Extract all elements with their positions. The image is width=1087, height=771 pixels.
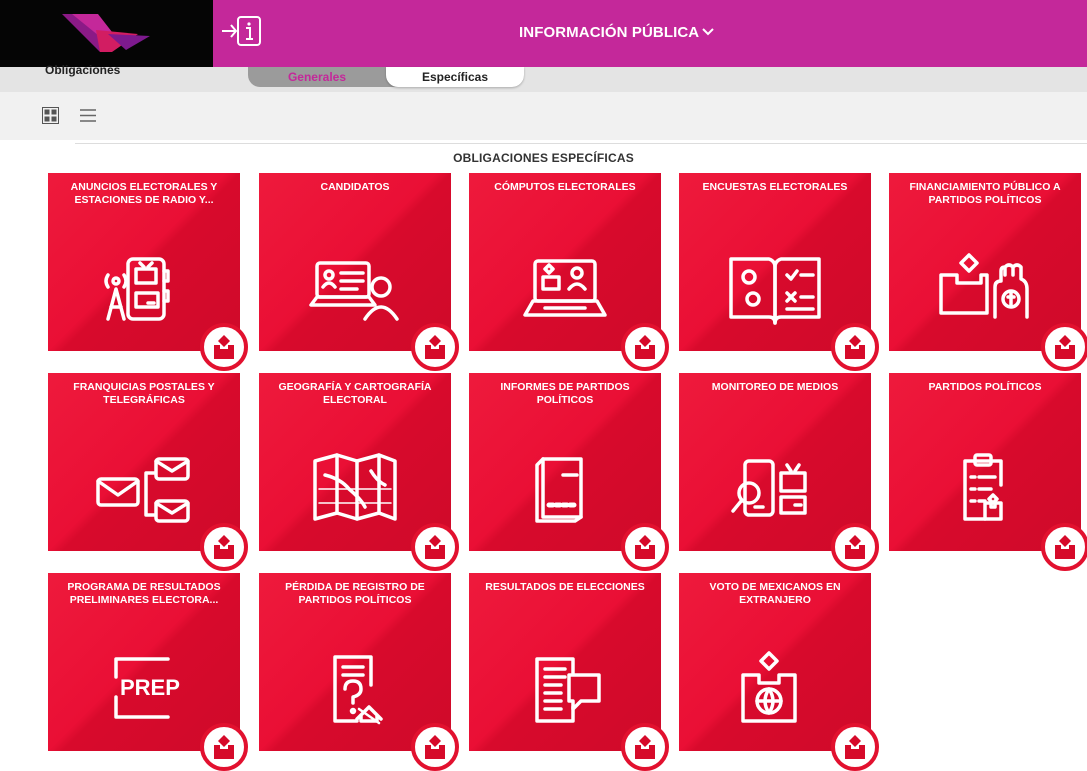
ballot-money-icon — [939, 253, 1029, 319]
tile-anuncios-electorales[interactable]: ANUNCIOS ELECTORALES Y ESTACIONES DE RAD… — [48, 173, 248, 371]
map-icon — [313, 453, 397, 521]
ballot-box-icon[interactable] — [831, 323, 879, 371]
tile-programa-resultados-preliminares[interactable]: PROGRAMA DE RESULTADOS PRELIMINARES ELEC… — [48, 573, 248, 771]
section-title: OBLIGACIONES ESPECÍFICAS — [453, 151, 634, 165]
tile-label: CÓMPUTOS ELECTORALES — [494, 181, 636, 193]
sub-bar — [0, 67, 1087, 92]
tile-computos-electorales[interactable]: CÓMPUTOS ELECTORALES — [469, 173, 669, 371]
survey-book-icon — [729, 257, 821, 325]
tile-perdida-registro[interactable]: PÉRDIDA DE REGISTRO DE PARTIDOS POLÍTICO… — [259, 573, 459, 771]
tile-franquicias-postales[interactable]: FRANQUICIAS POSTALES Y TELEGRÁFICAS — [48, 373, 248, 571]
info-login-icon[interactable] — [220, 14, 264, 48]
tab-especificas[interactable]: Específicas — [386, 67, 524, 87]
top-navbar: INFORMACIÓN PÚBLICA — [0, 0, 1087, 67]
laptop-vote-icon — [523, 259, 607, 317]
ballot-box-icon[interactable] — [621, 523, 669, 571]
ballot-box-icon[interactable] — [411, 323, 459, 371]
tile-label: FINANCIAMIENTO PÚBLICO A PARTIDOS POLÍTI… — [909, 181, 1061, 206]
list-view-icon[interactable] — [79, 107, 97, 124]
ballot-box-icon[interactable] — [200, 323, 248, 371]
results-chat-icon — [535, 657, 601, 723]
ballot-box-icon[interactable] — [200, 523, 248, 571]
tile-voto-mexicanos-extranjero[interactable]: VOTO DE MEXICANOS EN EXTRANJERO — [679, 573, 879, 771]
ballot-box-icon[interactable] — [411, 523, 459, 571]
prep-icon: PREP — [114, 657, 180, 719]
tile-informes-partidos[interactable]: INFORMES DE PARTIDOS POLÍTICOS — [469, 373, 669, 571]
grid-view-icon[interactable] — [42, 107, 59, 124]
chevron-down-icon[interactable] — [702, 28, 714, 36]
tile-resultados-elecciones[interactable]: RESULTADOS DE ELECCIONES — [469, 573, 669, 771]
tab-generales[interactable]: Generales — [248, 67, 386, 87]
tile-partidos-politicos[interactable]: PARTIDOS POLÍTICOS — [889, 373, 1087, 571]
tile-label: ENCUESTAS ELECTORALES — [702, 181, 848, 193]
tile-label: PARTIDOS POLÍTICOS — [928, 381, 1042, 393]
tile-label: FRANQUICIAS POSTALES Y TELEGRÁFICAS — [73, 381, 215, 406]
media-monitor-icon — [731, 459, 807, 517]
view-toolbar — [0, 92, 1087, 140]
tile-label: MONITOREO DE MEDIOS — [711, 381, 839, 393]
tile-candidatos[interactable]: CANDIDATOS — [259, 173, 459, 371]
report-book-icon — [535, 457, 583, 523]
ballot-box-icon[interactable] — [200, 723, 248, 771]
tile-label: VOTO DE MEXICANOS EN EXTRANJERO — [709, 581, 841, 606]
tile-geografia-cartografia[interactable]: GEOGRAFÍA Y CARTOGRAFÍA ELECTORAL — [259, 373, 459, 571]
obligaciones-label: Obligaciones — [45, 63, 121, 77]
tile-label: INFORMES DE PARTIDOS POLÍTICOS — [500, 381, 630, 406]
tile-label: PROGRAMA DE RESULTADOS PRELIMINARES ELEC… — [67, 581, 221, 606]
candidate-laptop-icon — [309, 261, 399, 321]
ballot-globe-icon — [741, 651, 797, 723]
ballot-box-icon[interactable] — [411, 723, 459, 771]
tile-label: ANUNCIOS ELECTORALES Y ESTACIONES DE RAD… — [70, 181, 218, 206]
ballot-box-icon[interactable] — [1041, 323, 1087, 371]
clipboard-icon — [963, 453, 1003, 521]
ballot-box-icon[interactable] — [621, 323, 669, 371]
ballot-box-icon[interactable] — [621, 723, 669, 771]
tile-monitoreo-medios[interactable]: MONITOREO DE MEDIOS — [679, 373, 879, 571]
logo[interactable] — [0, 0, 213, 67]
tile-label: RESULTADOS DE ELECCIONES — [485, 581, 645, 593]
radio-tv-icon — [104, 257, 170, 321]
nav-title[interactable]: INFORMACIÓN PÚBLICA — [519, 24, 699, 41]
ballot-box-icon[interactable] — [831, 523, 879, 571]
divider — [75, 143, 1087, 144]
tile-financiamiento-publico[interactable]: FINANCIAMIENTO PÚBLICO A PARTIDOS POLÍTI… — [889, 173, 1087, 371]
tile-label: GEOGRAFÍA Y CARTOGRAFÍA ELECTORAL — [278, 381, 432, 406]
tile-label: PÉRDIDA DE REGISTRO DE PARTIDOS POLÍTICO… — [285, 581, 425, 606]
tile-label: CANDIDATOS — [320, 181, 390, 193]
ballot-box-icon[interactable] — [831, 723, 879, 771]
mail-icon — [96, 457, 190, 523]
svg-text:PREP: PREP — [120, 675, 180, 700]
document-question-icon — [333, 655, 383, 725]
tile-encuestas-electorales[interactable]: ENCUESTAS ELECTORALES — [679, 173, 879, 371]
ballot-box-icon[interactable] — [1041, 523, 1087, 571]
